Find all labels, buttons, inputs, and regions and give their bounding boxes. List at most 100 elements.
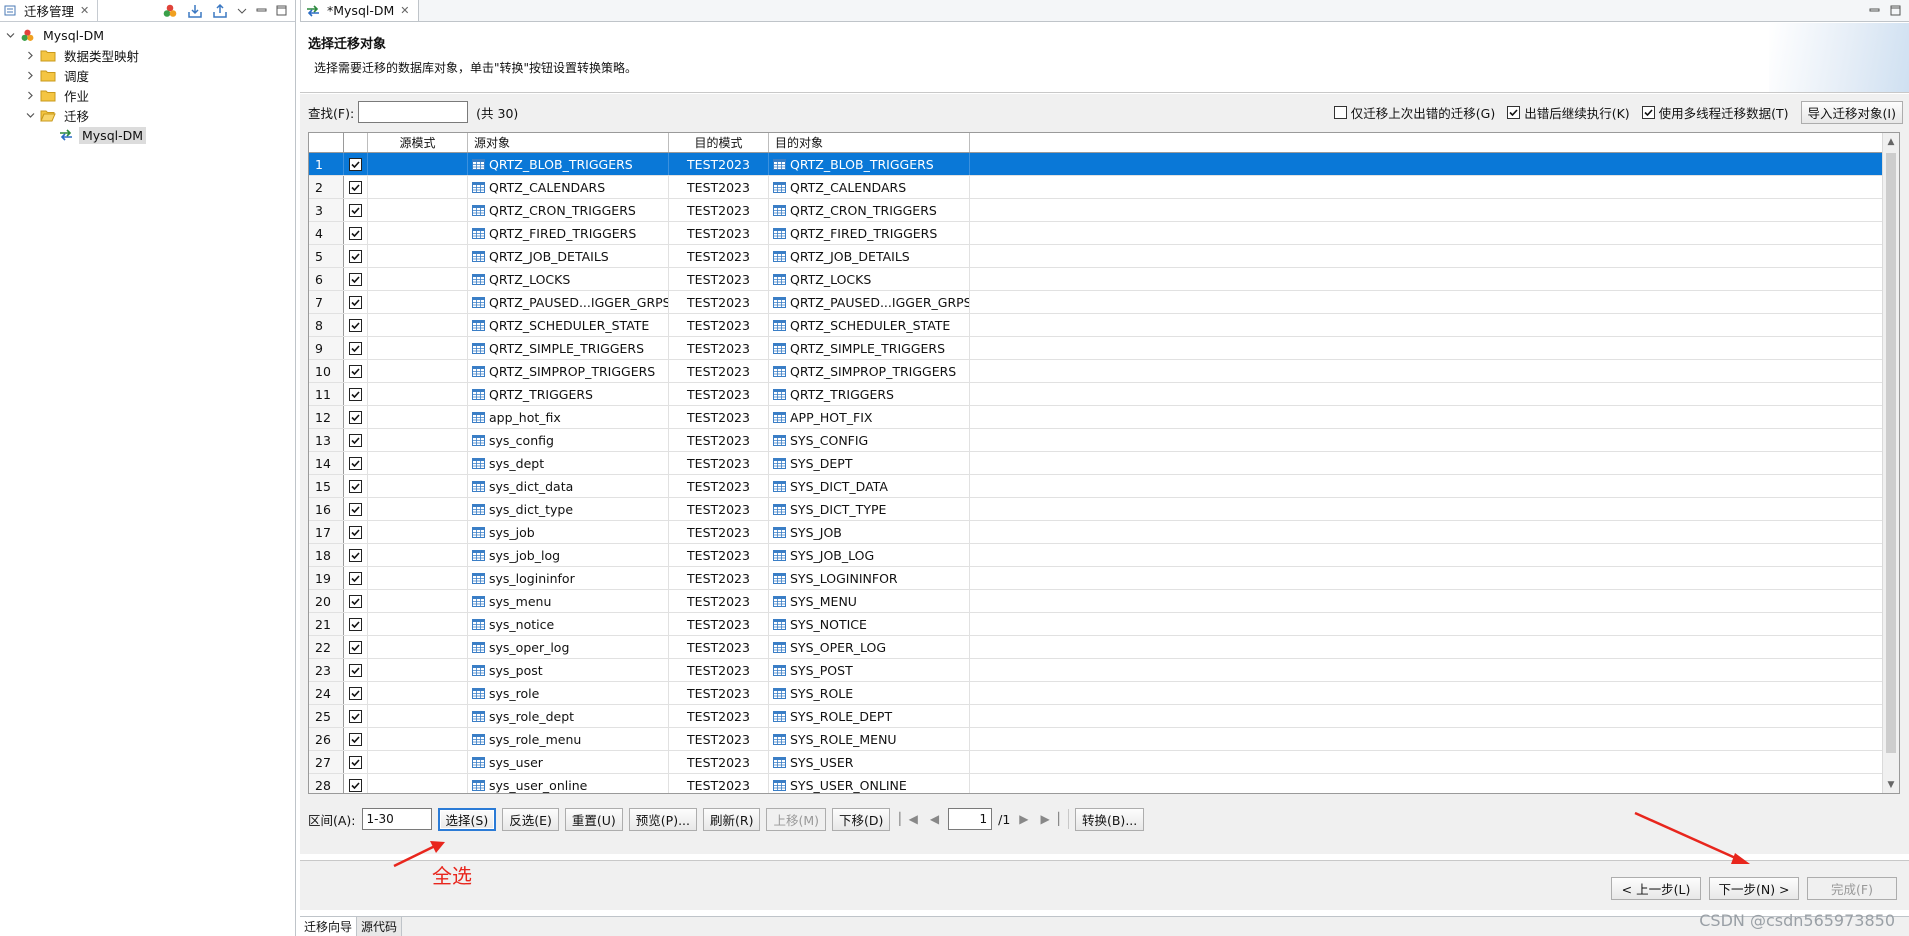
- target-schema-cell[interactable]: TEST2023: [669, 567, 769, 589]
- source-schema-cell[interactable]: [368, 291, 468, 313]
- tree-node-schedule[interactable]: 调度: [0, 65, 295, 85]
- minimize-icon[interactable]: [256, 5, 267, 16]
- option-continue-on-error[interactable]: 出错后继续执行(K): [1507, 103, 1630, 122]
- source-schema-cell[interactable]: [368, 268, 468, 290]
- table-row[interactable]: 26 sys_role_menu TEST2023 SYS_ROLE_MENU: [309, 728, 1899, 751]
- source-object-cell[interactable]: sys_role_menu: [468, 728, 669, 750]
- table-row[interactable]: 20 sys_menu TEST2023 SYS_MENU: [309, 590, 1899, 613]
- target-object-cell[interactable]: QRTZ_FIRED_TRIGGERS: [769, 222, 970, 244]
- source-schema-cell[interactable]: [368, 452, 468, 474]
- target-object-cell[interactable]: QRTZ_SCHEDULER_STATE: [769, 314, 970, 336]
- target-object-cell[interactable]: SYS_ROLE_MENU: [769, 728, 970, 750]
- column-target-object[interactable]: 目的对象: [769, 133, 970, 152]
- table-row[interactable]: 8 QRTZ_SCHEDULER_STATE TEST2023 QRTZ_SCHEDU…: [309, 314, 1899, 337]
- target-object-cell[interactable]: SYS_JOB: [769, 521, 970, 543]
- row-checkbox-cell[interactable]: [344, 728, 368, 750]
- row-checkbox-cell[interactable]: [344, 406, 368, 428]
- target-schema-cell[interactable]: TEST2023: [669, 245, 769, 267]
- chevron-right-icon[interactable]: [24, 89, 36, 101]
- source-object-cell[interactable]: QRTZ_CRON_TRIGGERS: [468, 199, 669, 221]
- tab-migration-wizard[interactable]: 迁移向导: [300, 917, 358, 936]
- table-row[interactable]: 14 sys_dept TEST2023 SYS_DEPT: [309, 452, 1899, 475]
- chevron-down-icon[interactable]: [24, 109, 36, 121]
- checkbox-checked[interactable]: [349, 180, 362, 194]
- source-schema-cell[interactable]: [368, 383, 468, 405]
- maximize-icon[interactable]: [1890, 5, 1901, 16]
- source-schema-cell[interactable]: [368, 314, 468, 336]
- checkbox-checked[interactable]: [1507, 105, 1521, 119]
- source-object-cell[interactable]: sys_config: [468, 429, 669, 451]
- target-object-cell[interactable]: SYS_ROLE_DEPT: [769, 705, 970, 727]
- checkbox[interactable]: [1333, 105, 1347, 119]
- row-checkbox-cell[interactable]: [344, 475, 368, 497]
- tab-mysql-dm[interactable]: *Mysql-DM ✕: [300, 0, 419, 21]
- target-object-cell[interactable]: SYS_USER: [769, 751, 970, 773]
- target-object-cell[interactable]: QRTZ_CRON_TRIGGERS: [769, 199, 970, 221]
- source-object-cell[interactable]: QRTZ_FIRED_TRIGGERS: [468, 222, 669, 244]
- target-object-cell[interactable]: SYS_ROLE: [769, 682, 970, 704]
- row-checkbox-cell[interactable]: [344, 314, 368, 336]
- target-object-cell[interactable]: QRTZ_BLOB_TRIGGERS: [769, 153, 970, 175]
- target-schema-cell[interactable]: TEST2023: [669, 406, 769, 428]
- option-multithread[interactable]: 使用多线程迁移数据(T): [1641, 103, 1789, 122]
- table-row[interactable]: 19 sys_logininfor TEST2023 SYS_LOGININFOR: [309, 567, 1899, 590]
- row-checkbox-cell[interactable]: [344, 153, 368, 175]
- import-icon[interactable]: [187, 3, 203, 19]
- source-schema-cell[interactable]: [368, 199, 468, 221]
- checkbox-checked[interactable]: [349, 778, 362, 792]
- row-checkbox-cell[interactable]: [344, 268, 368, 290]
- source-schema-cell[interactable]: [368, 475, 468, 497]
- source-object-cell[interactable]: sys_job: [468, 521, 669, 543]
- source-schema-cell[interactable]: [368, 337, 468, 359]
- source-schema-cell[interactable]: [368, 498, 468, 520]
- row-checkbox-cell[interactable]: [344, 222, 368, 244]
- source-schema-cell[interactable]: [368, 682, 468, 704]
- target-schema-cell[interactable]: TEST2023: [669, 498, 769, 520]
- row-checkbox-cell[interactable]: [344, 452, 368, 474]
- source-schema-cell[interactable]: [368, 774, 468, 793]
- target-schema-cell[interactable]: TEST2023: [669, 153, 769, 175]
- tab-migration-manager[interactable]: 迁移管理 ✕: [0, 0, 99, 21]
- move-up-button[interactable]: 上移(M): [766, 807, 827, 831]
- source-object-cell[interactable]: sys_role_dept: [468, 705, 669, 727]
- source-schema-cell[interactable]: [368, 613, 468, 635]
- target-schema-cell[interactable]: TEST2023: [669, 728, 769, 750]
- source-object-cell[interactable]: sys_post: [468, 659, 669, 681]
- close-icon[interactable]: ✕: [80, 4, 89, 17]
- target-object-cell[interactable]: QRTZ_PAUSED...IGGER_GRPS: [769, 291, 970, 313]
- chevron-down-icon[interactable]: [4, 29, 16, 41]
- target-object-cell[interactable]: SYS_POST: [769, 659, 970, 681]
- table-row[interactable]: 4 QRTZ_FIRED_TRIGGERS TEST2023 QRTZ_FIRED_T…: [309, 222, 1899, 245]
- table-row[interactable]: 7 QRTZ_PAUSED...IGGER_GRPS TEST2023 QRTZ_PA…: [309, 291, 1899, 314]
- target-object-cell[interactable]: SYS_USER_ONLINE: [769, 774, 970, 793]
- source-object-cell[interactable]: QRTZ_BLOB_TRIGGERS: [468, 153, 669, 175]
- source-schema-cell[interactable]: [368, 728, 468, 750]
- target-schema-cell[interactable]: TEST2023: [669, 521, 769, 543]
- scroll-down-icon[interactable]: ▼: [1883, 776, 1899, 793]
- target-schema-cell[interactable]: TEST2023: [669, 222, 769, 244]
- target-object-cell[interactable]: QRTZ_CALENDARS: [769, 176, 970, 198]
- finish-button[interactable]: 完成(F): [1807, 877, 1897, 900]
- table-row[interactable]: 6 QRTZ_LOCKS TEST2023 QRTZ_LOCKS: [309, 268, 1899, 291]
- table-row[interactable]: 27 sys_user TEST2023 SYS_USER: [309, 751, 1899, 774]
- table-row[interactable]: 2 QRTZ_CALENDARS TEST2023 QRTZ_CALENDARS: [309, 176, 1899, 199]
- source-object-cell[interactable]: QRTZ_CALENDARS: [468, 176, 669, 198]
- target-schema-cell[interactable]: TEST2023: [669, 751, 769, 773]
- checkbox-checked[interactable]: [349, 525, 362, 539]
- checkbox-checked[interactable]: [349, 364, 362, 378]
- source-schema-cell[interactable]: [368, 360, 468, 382]
- row-checkbox-cell[interactable]: [344, 176, 368, 198]
- table-row[interactable]: 21 sys_notice TEST2023 SYS_NOTICE: [309, 613, 1899, 636]
- source-object-cell[interactable]: sys_dept: [468, 452, 669, 474]
- reset-button[interactable]: 重置(U): [564, 807, 623, 831]
- table-row[interactable]: 16 sys_dict_type TEST2023 SYS_DICT_TYPE: [309, 498, 1899, 521]
- table-row[interactable]: 9 QRTZ_SIMPLE_TRIGGERS TEST2023 QRTZ_SIMPLE…: [309, 337, 1899, 360]
- target-schema-cell[interactable]: TEST2023: [669, 613, 769, 635]
- source-object-cell[interactable]: QRTZ_LOCKS: [468, 268, 669, 290]
- target-object-cell[interactable]: QRTZ_JOB_DETAILS: [769, 245, 970, 267]
- checkbox-checked[interactable]: [349, 755, 362, 769]
- row-checkbox-cell[interactable]: [344, 774, 368, 793]
- source-object-cell[interactable]: QRTZ_SIMPROP_TRIGGERS: [468, 360, 669, 382]
- target-schema-cell[interactable]: TEST2023: [669, 429, 769, 451]
- refresh-button[interactable]: 刷新(R): [703, 807, 761, 831]
